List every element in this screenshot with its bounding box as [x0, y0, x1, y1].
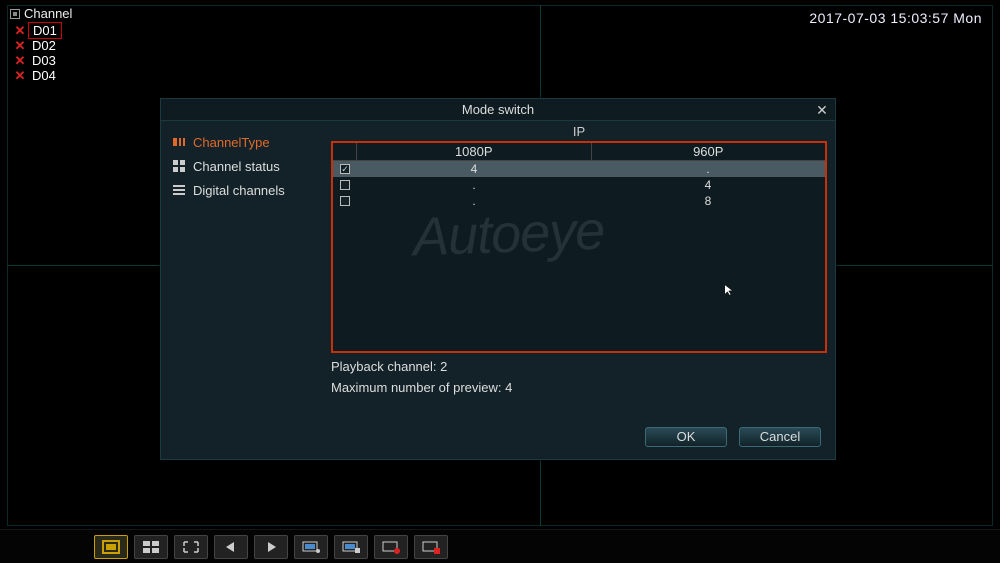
channel-panel: Channel ✕D01✕D02✕D03✕D04	[10, 6, 72, 83]
toolbar	[94, 535, 448, 559]
table-header-checkbox	[333, 143, 357, 160]
channel-list: ✕D01✕D02✕D03✕D04	[14, 23, 72, 83]
channel-item[interactable]: ✕D03	[14, 53, 72, 68]
playback-channel-info: Playback channel: 2	[331, 359, 827, 374]
dialog-buttons: OK Cancel	[331, 419, 827, 451]
table-header-1080p: 1080P	[357, 143, 592, 160]
sidebar-item-icon	[173, 136, 185, 148]
quad-view-icon[interactable]	[134, 535, 168, 559]
sidebar-item-label: ChannelType	[193, 135, 270, 150]
table-row[interactable]: 4.	[333, 161, 825, 177]
cell-1080p: .	[357, 177, 591, 193]
cell-960p: .	[591, 161, 825, 177]
row-checkbox[interactable]	[340, 196, 350, 206]
timestamp: 2017-07-03 15:03:57 Mon	[809, 10, 982, 26]
channel-item[interactable]: ✕D04	[14, 68, 72, 83]
channel-panel-header: Channel	[10, 6, 72, 21]
channel-label: D02	[28, 38, 60, 53]
max-preview-info: Maximum number of preview: 4	[331, 380, 827, 395]
stop-record-icon[interactable]	[414, 535, 448, 559]
dialog-content: IP 1080P 960P 4..4.8 Autoeye Playback ch…	[331, 121, 835, 459]
dialog-title-bar: Mode switch ✕	[161, 99, 835, 121]
table-header: 1080P 960P	[333, 143, 825, 161]
single-view-icon[interactable]	[94, 535, 128, 559]
sidebar-item-label: Digital channels	[193, 183, 285, 198]
cell-960p: 4	[591, 177, 825, 193]
sidebar-item-digital-channels[interactable]: Digital channels	[173, 179, 319, 201]
monitor2-icon[interactable]	[334, 535, 368, 559]
mode-table: 1080P 960P 4..4.8 Autoeye	[331, 141, 827, 353]
cursor-icon	[723, 283, 737, 297]
channel-item[interactable]: ✕D02	[14, 38, 72, 53]
sidebar-item-icon	[173, 160, 185, 172]
mode-switch-dialog: Mode switch ✕ ChannelType Channel status D…	[160, 98, 836, 460]
fullscreen-icon[interactable]	[174, 535, 208, 559]
table-header-960p: 960P	[592, 143, 826, 160]
table-row[interactable]: .8	[333, 193, 825, 209]
channel-label: D04	[28, 68, 60, 83]
channel-item[interactable]: ✕D01	[14, 23, 72, 38]
sidebar-item-icon	[173, 184, 185, 196]
sidebar-item-channeltype[interactable]: ChannelType	[173, 131, 319, 153]
prev-icon[interactable]	[214, 535, 248, 559]
sidebar-item-channel-status[interactable]: Channel status	[173, 155, 319, 177]
record-icon[interactable]	[374, 535, 408, 559]
close-icon[interactable]: ✕	[813, 101, 831, 119]
cell-960p: 8	[591, 193, 825, 209]
cell-1080p: 4	[357, 161, 591, 177]
channel-label: D03	[28, 53, 60, 68]
next-icon[interactable]	[254, 535, 288, 559]
cell-1080p: .	[357, 193, 591, 209]
channel-label: D01	[28, 22, 62, 39]
channel-offline-icon: ✕	[14, 69, 26, 82]
dialog-title: Mode switch	[462, 102, 534, 117]
channel-panel-icon	[10, 9, 20, 19]
dialog-sidebar: ChannelType Channel status Digital channel…	[161, 121, 331, 459]
table-group-label: IP	[331, 123, 827, 141]
table-row[interactable]: .4	[333, 177, 825, 193]
channel-offline-icon: ✕	[14, 54, 26, 67]
row-checkbox[interactable]	[340, 180, 350, 190]
sidebar-item-label: Channel status	[193, 159, 280, 174]
row-checkbox[interactable]	[340, 164, 350, 174]
watermark: Autoeye	[412, 200, 605, 269]
channel-offline-icon: ✕	[14, 39, 26, 52]
channel-offline-icon: ✕	[14, 24, 26, 37]
ok-button[interactable]: OK	[645, 427, 727, 447]
cancel-button[interactable]: Cancel	[739, 427, 821, 447]
monitor1-icon[interactable]	[294, 535, 328, 559]
channel-panel-title: Channel	[24, 6, 72, 21]
